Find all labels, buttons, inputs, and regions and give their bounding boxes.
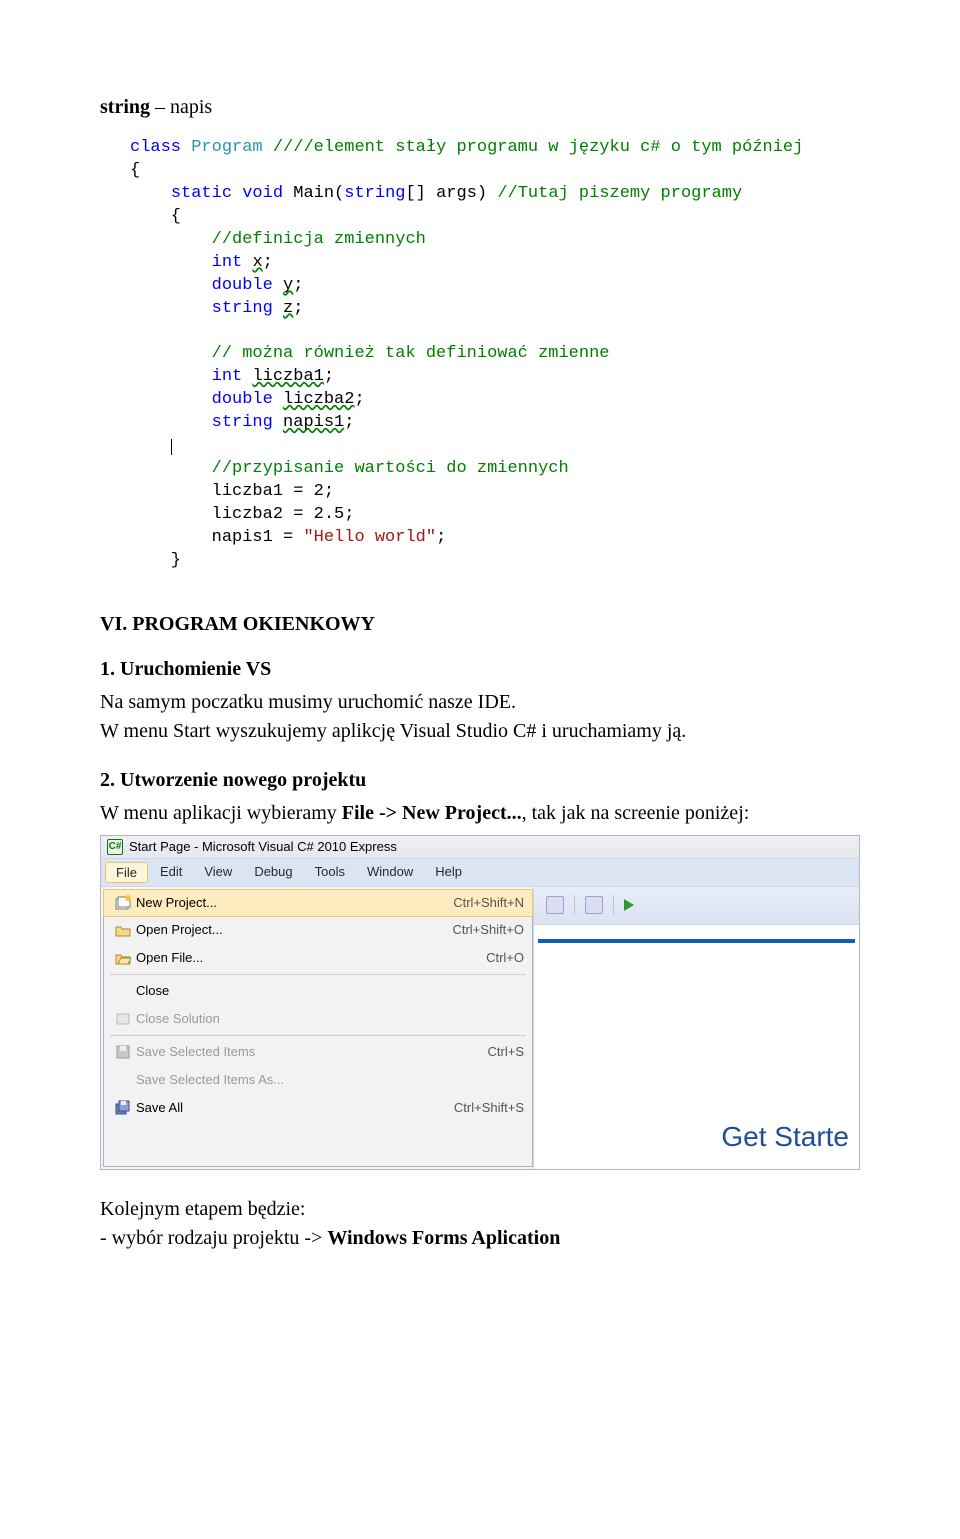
footer-line: Kolejnym etapem będzie: xyxy=(100,1198,860,1221)
save-all-icon xyxy=(110,1100,136,1116)
code-block: class Program ////element stały programu… xyxy=(130,137,860,573)
vs-title-text: Start Page - Microsoft Visual C# 2010 Ex… xyxy=(129,839,397,854)
menu-help[interactable]: Help xyxy=(425,862,472,883)
dropdown-item-close[interactable]: Close xyxy=(104,977,532,1005)
heading-sub-2: 2. Utworzenie nowego projektu xyxy=(100,769,860,792)
toolbar-separator xyxy=(574,895,575,915)
dropdown-item-save-selected-as: Save Selected Items As... xyxy=(104,1066,532,1094)
dropdown-separator xyxy=(110,974,526,975)
play-icon[interactable] xyxy=(624,899,634,911)
toolbar-button[interactable] xyxy=(546,896,564,914)
menu-edit[interactable]: Edit xyxy=(150,862,192,883)
menu-debug[interactable]: Debug xyxy=(244,862,302,883)
toolbar-separator xyxy=(613,895,614,915)
paragraph: Na samym poczatku musimy uruchomić nasze… xyxy=(100,691,860,714)
heading-section-6: VI. PROGRAM OKIENKOWY xyxy=(100,613,860,636)
text-cursor xyxy=(171,439,172,455)
footer-line: - wybór rodzaju projektu -> Windows Form… xyxy=(100,1227,860,1250)
accent-band xyxy=(538,939,855,943)
text-line: string – napis xyxy=(100,96,860,119)
save-icon xyxy=(110,1044,136,1060)
dropdown-item-open-project[interactable]: Open Project... Ctrl+Shift+O xyxy=(104,916,532,944)
file-dropdown: New Project... Ctrl+Shift+N Open Project… xyxy=(103,889,533,1167)
vs-titlebar: C# Start Page - Microsoft Visual C# 2010… xyxy=(101,836,859,859)
dropdown-separator xyxy=(110,1035,526,1036)
new-project-icon xyxy=(110,895,136,911)
toolbar-button[interactable] xyxy=(585,896,603,914)
editor-area: Get Starte xyxy=(533,887,859,1169)
keyword-string: string xyxy=(100,96,150,118)
csharp-icon: C# xyxy=(107,839,123,855)
menu-tools[interactable]: Tools xyxy=(305,862,355,883)
close-solution-icon xyxy=(110,1011,136,1027)
dropdown-item-save-all[interactable]: Save All Ctrl+Shift+S xyxy=(104,1094,532,1122)
paragraph: W menu aplikacji wybieramy File -> New P… xyxy=(100,802,860,825)
paragraph: W menu Start wyszukujemy aplikcję Visual… xyxy=(100,720,860,743)
vs-menubar: File Edit View Debug Tools Window Help xyxy=(101,859,859,887)
vs-window: C# Start Page - Microsoft Visual C# 2010… xyxy=(100,835,860,1170)
toolbar xyxy=(534,887,859,925)
dropdown-item-open-file[interactable]: Open File... Ctrl+O xyxy=(104,944,532,972)
open-project-icon xyxy=(110,922,136,938)
menu-view[interactable]: View xyxy=(194,862,242,883)
menu-file[interactable]: File xyxy=(105,862,148,883)
dropdown-item-new-project[interactable]: New Project... Ctrl+Shift+N xyxy=(103,889,533,917)
menu-window[interactable]: Window xyxy=(357,862,423,883)
heading-sub-1: 1. Uruchomienie VS xyxy=(100,658,860,681)
get-started-label: Get Starte xyxy=(721,1121,849,1153)
dropdown-item-close-solution: Close Solution xyxy=(104,1005,532,1033)
dropdown-item-save-selected: Save Selected Items Ctrl+S xyxy=(104,1038,532,1066)
footer-strong: Windows Forms Aplication xyxy=(327,1227,560,1249)
menu-path-strong: File -> New Project... xyxy=(342,802,522,824)
open-file-icon xyxy=(110,950,136,966)
